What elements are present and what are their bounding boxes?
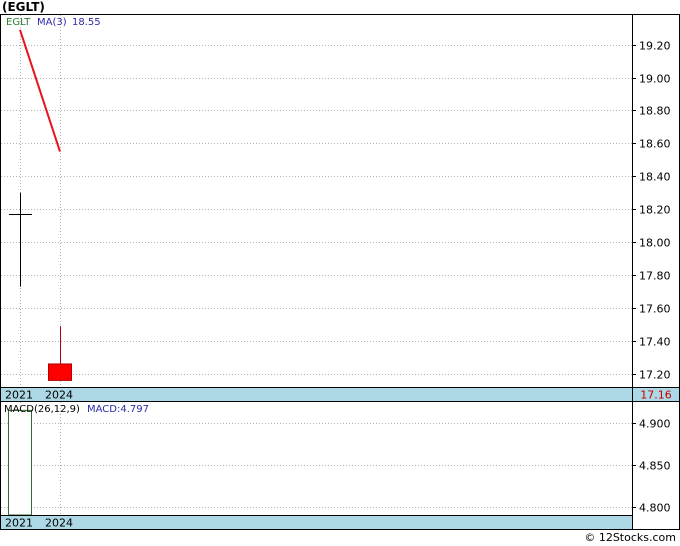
price-tick-label: 18.60 (639, 138, 671, 151)
macd-x-label: 2021 (5, 517, 33, 530)
stock-chart: 17.20 17.40 17.60 17.80 18.00 18.20 18.40 18.60… (0, 14, 680, 530)
macd-tick-label: 4.900 (639, 418, 671, 431)
macd-tick-label: 4.800 (639, 502, 671, 515)
macd-panel: 4.800 4.850 4.900 2021 2024 MACD(26,12,9) M… (0, 401, 680, 530)
ma-value: 18.55 (72, 17, 101, 28)
price-x-label: 2024 (45, 389, 73, 402)
price-x-label: 2021 (5, 389, 33, 402)
price-tick-label: 17.40 (639, 336, 671, 349)
ma-label: MA(3) (37, 17, 67, 28)
macd-label: MACD(26,12,9) (4, 404, 80, 415)
price-tick-label: 17.80 (639, 270, 671, 283)
macd-x-label: 2024 (45, 517, 73, 530)
price-tick-label: 19.00 (639, 73, 671, 86)
last-price-value: 17.16 (640, 389, 672, 402)
price-tick-label: 17.60 (639, 303, 671, 316)
macd-tick-label: 4.850 (639, 460, 671, 473)
macd-value-label: MACD:4.797 (87, 404, 149, 415)
price-tick-label: 18.80 (639, 105, 671, 118)
price-ticker-label: EGLT (6, 17, 31, 28)
price-tick-label: 18.40 (639, 171, 671, 184)
price-tick-label: 19.20 (639, 40, 671, 53)
price-panel: 17.20 17.40 17.60 17.80 18.00 18.20 18.40 18.60… (0, 14, 680, 402)
macd-bar-2021 (8, 409, 32, 516)
price-tick-label: 18.00 (639, 237, 671, 250)
price-tick-label: 18.20 (639, 204, 671, 217)
price-panel-frame (0, 14, 680, 388)
candle-body (48, 363, 72, 381)
watermark: © 12Stocks.com (584, 531, 676, 544)
price-date-band (0, 387, 633, 402)
chart-title: (EGLT) (2, 0, 45, 14)
price-tick-label: 17.20 (639, 369, 671, 382)
macd-date-band (0, 515, 633, 530)
